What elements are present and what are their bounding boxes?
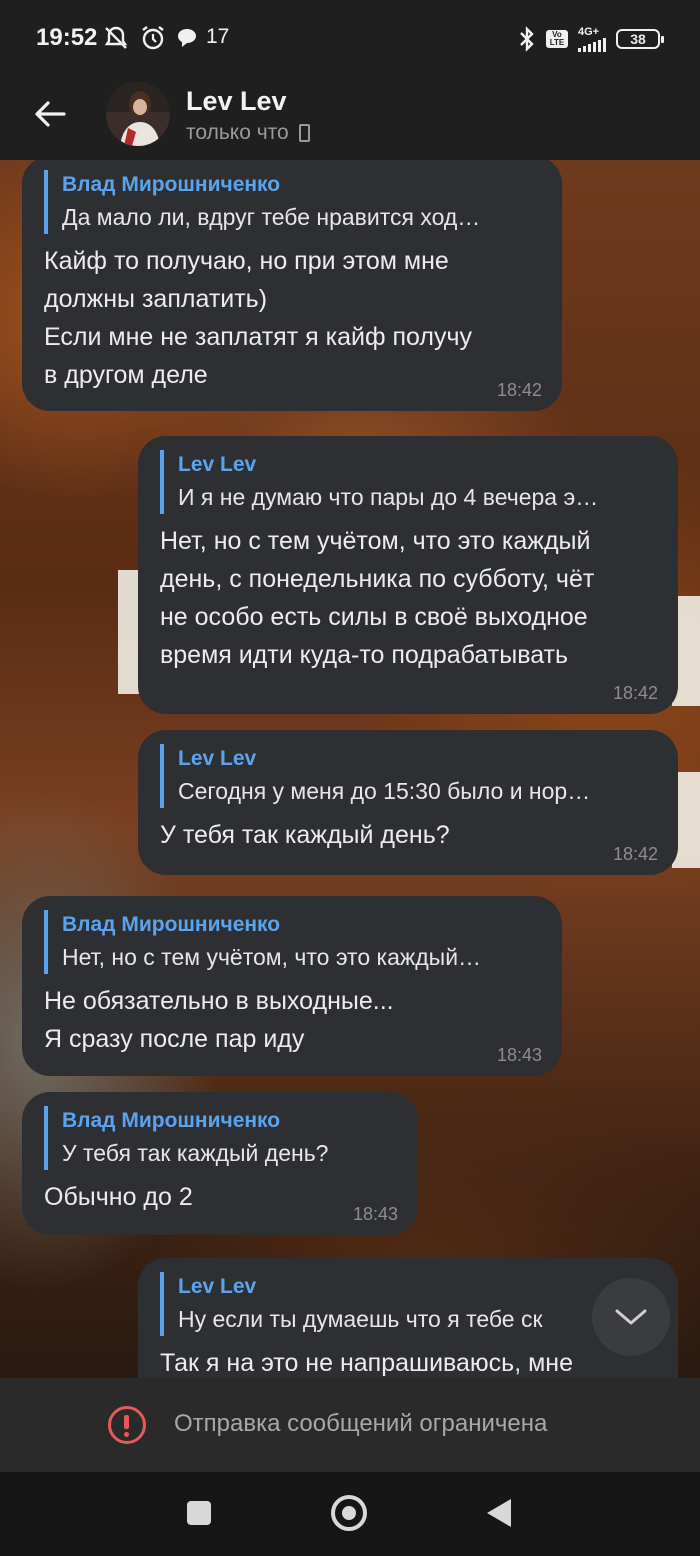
- phone-device-icon: [298, 124, 310, 142]
- alarm-icon: [142, 26, 164, 50]
- signal-icon: [578, 37, 606, 52]
- status-bar: 19:52 17 Vo LTE 4G+ 38: [0, 0, 700, 80]
- message-time: 18:42: [612, 683, 658, 703]
- chat-header: Lev Lev только что: [0, 80, 700, 160]
- reply-text: Нет, но с тем учётом, что это каждый…: [62, 944, 482, 970]
- avatar[interactable]: [106, 82, 170, 146]
- reply-author: Влад Мирошниченко: [62, 913, 281, 936]
- reply-text: Сегодня у меня до 15:30 было и нор…: [178, 778, 591, 804]
- reply-author: Lev Lev: [178, 747, 257, 770]
- message-text: У тебя так каждый день?: [160, 821, 450, 849]
- scroll-down-button[interactable]: [592, 1278, 670, 1356]
- reply-quote[interactable]: Lev Lev Ну если ты думаешь что я тебе ск: [160, 1272, 656, 1336]
- reply-author: Lev Lev: [178, 1275, 257, 1298]
- bluetooth-icon: [520, 26, 534, 52]
- back-arrow-icon[interactable]: [30, 94, 70, 134]
- reply-text: У тебя так каждый день?: [62, 1140, 329, 1166]
- message-text: Обычно до 2: [44, 1183, 193, 1211]
- notification-count: 17: [206, 25, 230, 48]
- network-type: 4G+: [578, 25, 600, 38]
- message-time: 18:42: [612, 844, 658, 864]
- reply-quote[interactable]: Lev Lev И я не думаю что пары до 4 вечер…: [160, 450, 656, 514]
- restriction-bar: Отправка сообщений ограничена: [0, 1378, 700, 1472]
- message-time: 18:42: [496, 380, 542, 400]
- status-time: 19:52: [36, 24, 98, 51]
- status-right: Vo LTE 4G+ 38: [518, 25, 664, 52]
- contact-name[interactable]: Lev Lev: [186, 86, 287, 117]
- reply-quote[interactable]: Влад Мирошниченко У тебя так каждый день…: [44, 1106, 396, 1170]
- contact-status: только что: [186, 121, 310, 145]
- message-bubble-outgoing[interactable]: Lev Lev Сегодня у меня до 15:30 было и н…: [138, 730, 678, 875]
- last-seen-text: только что: [186, 121, 289, 144]
- chat-bubble-icon: [178, 29, 196, 47]
- reply-quote[interactable]: Влад Мирошниченко Да мало ли, вдруг тебе…: [44, 170, 540, 234]
- system-back-button[interactable]: [487, 1499, 511, 1527]
- message-text: Не обязательно в выходные... Я сразу пос…: [44, 987, 394, 1053]
- chevron-down-icon: [615, 1309, 647, 1325]
- network-group: 4G+: [578, 25, 606, 52]
- battery-icon: 38: [616, 29, 664, 49]
- message-time: 18:43: [352, 1204, 398, 1224]
- reply-text: Ну если ты думаешь что я тебе ск: [178, 1306, 543, 1332]
- reply-text: И я не думаю что пары до 4 вечера э…: [178, 484, 599, 510]
- system-nav-bar: [0, 1472, 700, 1556]
- warning-icon: [108, 1406, 146, 1444]
- volte-badge: Vo LTE: [546, 30, 568, 48]
- message-text: Так я на это не напрашиваюсь, мне: [160, 1349, 574, 1377]
- recents-button[interactable]: [187, 1501, 211, 1525]
- message-bubble-outgoing[interactable]: Lev Lev И я не думаю что пары до 4 вечер…: [138, 436, 678, 714]
- reply-author: Влад Мирошниченко: [62, 173, 281, 196]
- message-time: 18:43: [496, 1045, 542, 1065]
- reply-quote[interactable]: Влад Мирошниченко Нет, но с тем учётом, …: [44, 910, 540, 974]
- message-text: Нет, но с тем учётом, что это каждый ден…: [160, 527, 595, 669]
- battery-level: 38: [630, 31, 646, 47]
- message-bubble-incoming[interactable]: Влад Мирошниченко Да мало ли, вдруг тебе…: [22, 160, 562, 411]
- message-bubble-incoming[interactable]: Влад Мирошниченко У тебя так каждый день…: [22, 1092, 418, 1235]
- reply-author: Lev Lev: [178, 453, 257, 476]
- message-text: Кайф то получаю, но при этом мне должны …: [44, 247, 472, 389]
- reply-text: Да мало ли, вдруг тебе нравится ход…: [62, 204, 481, 230]
- restriction-text: Отправка сообщений ограничена: [174, 1410, 548, 1437]
- chat-area[interactable]: Влад Мирошниченко Да мало ли, вдруг тебе…: [0, 160, 700, 1378]
- reply-quote[interactable]: Lev Lev Сегодня у меня до 15:30 было и н…: [160, 744, 656, 808]
- reply-author: Влад Мирошниченко: [62, 1109, 281, 1132]
- home-button[interactable]: [331, 1495, 367, 1531]
- message-bubble-incoming[interactable]: Влад Мирошниченко Нет, но с тем учётом, …: [22, 896, 562, 1076]
- mute-icon: [104, 26, 128, 49]
